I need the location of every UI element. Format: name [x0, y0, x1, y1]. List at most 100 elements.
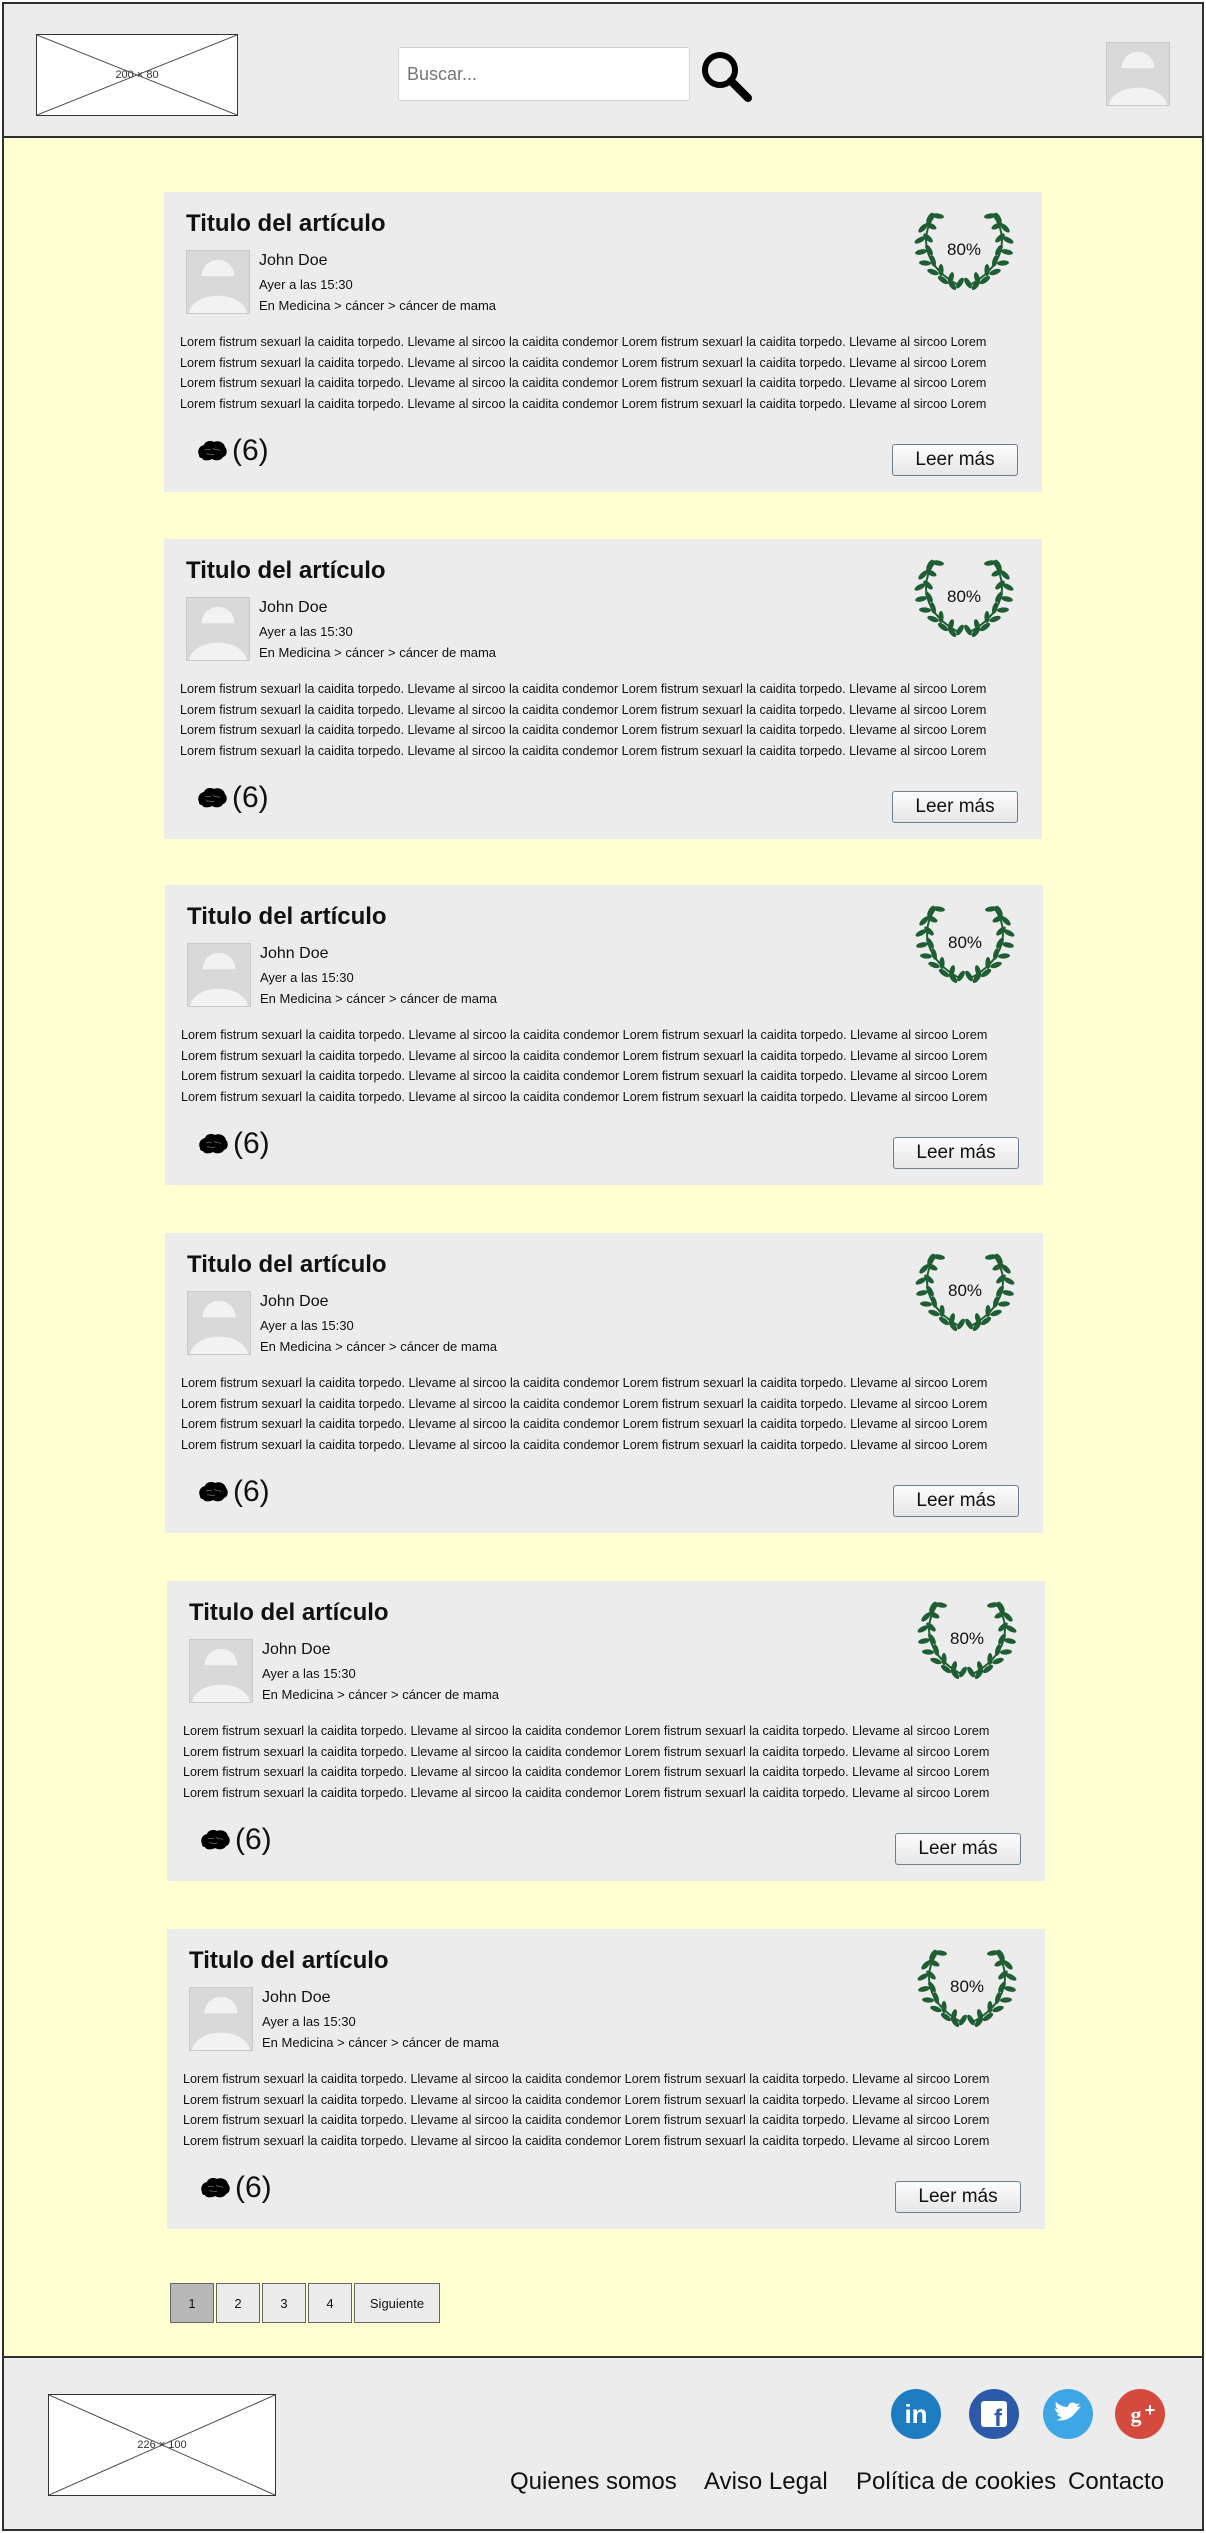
excerpt-line: Lorem fistrum sexuarl la caidita torpedo…: [183, 1724, 990, 1738]
search-icon: [702, 52, 752, 102]
read-more-button[interactable]: Leer más: [895, 2181, 1021, 2213]
author-avatar-icon: [190, 952, 248, 1006]
google-plus-link[interactable]: g +: [1114, 2388, 1166, 2440]
article-author[interactable]: John Doe: [260, 945, 329, 963]
article-title[interactable]: Titulo del artículo: [189, 1947, 389, 1975]
facebook-link[interactable]: f: [968, 2388, 1020, 2440]
excerpt-line: Lorem fistrum sexuarl la caidita torpedo…: [180, 355, 987, 370]
logo-placeholder-label: 200 × 80: [115, 69, 159, 81]
read-more-button[interactable]: Leer más: [893, 1485, 1019, 1517]
excerpt-line: Lorem fistrum sexuarl la caidita torpedo…: [181, 1396, 988, 1411]
excerpt-line: Lorem fistrum sexuarl la caidita torpedo…: [183, 1744, 990, 1759]
brain-icon: [201, 1830, 230, 1850]
page-2-button[interactable]: 2: [216, 2283, 260, 2323]
pagination: 1 2 3 4 Siguiente: [170, 2283, 442, 2323]
comments-link[interactable]: (6): [197, 1127, 270, 1161]
comments-link[interactable]: (6): [196, 434, 269, 468]
article-card: Titulo del artículo John Doe Ayer a las …: [164, 192, 1042, 492]
comments-link[interactable]: (6): [199, 2171, 272, 2205]
facebook-icon: f: [969, 2389, 1019, 2439]
site-header: 200 × 80: [2, 2, 1204, 138]
comments-count: (6): [233, 1475, 270, 1508]
next-page-button[interactable]: Siguiente: [354, 2283, 440, 2323]
excerpt-line: Lorem fistrum sexuarl la caidita torpedo…: [180, 682, 987, 696]
footer-link-contacto[interactable]: Contacto: [1068, 2468, 1164, 2496]
footer-link-pol-tica-de-cookies[interactable]: Política de cookies: [856, 2468, 1056, 2496]
article-author[interactable]: John Doe: [262, 1641, 331, 1659]
article-category-path[interactable]: En Medicina > cáncer > cáncer de mama: [262, 2035, 499, 2050]
article-card: Titulo del artículo John Doe Ayer a las …: [167, 1929, 1045, 2229]
footer-link-aviso-legal[interactable]: Aviso Legal: [704, 2468, 828, 2496]
read-more-button[interactable]: Leer más: [895, 1833, 1021, 1865]
article-title[interactable]: Titulo del artículo: [189, 1599, 389, 1627]
article-title[interactable]: Titulo del artículo: [187, 903, 387, 931]
article-timestamp: Ayer a las 15:30: [262, 2014, 356, 2029]
comments-link[interactable]: (6): [199, 1823, 272, 1857]
page-3-button[interactable]: 3: [262, 2283, 306, 2323]
author-avatar[interactable]: [187, 943, 251, 1007]
excerpt-line: Lorem fistrum sexuarl la caidita torpedo…: [181, 1028, 988, 1042]
comments-link[interactable]: (6): [196, 781, 269, 815]
search-button[interactable]: [698, 48, 754, 104]
brain-icon: [199, 1482, 228, 1502]
comments-count: (6): [235, 2171, 272, 2204]
brain-icon: [199, 1134, 228, 1154]
author-avatar-icon: [190, 1300, 248, 1354]
author-avatar[interactable]: [187, 1291, 251, 1355]
brain-icon: [198, 788, 227, 808]
site-footer: 226 × 100 in f g + Quienes somos Aviso Legal…: [2, 2356, 1204, 2531]
comments-link[interactable]: (6): [197, 1475, 270, 1509]
excerpt-line: Lorem fistrum sexuarl la caidita torpedo…: [181, 1437, 988, 1452]
author-avatar-icon: [192, 1648, 250, 1702]
read-more-button[interactable]: Leer más: [892, 444, 1018, 476]
excerpt-line: Lorem fistrum sexuarl la caidita torpedo…: [180, 743, 987, 758]
footer-logo-placeholder[interactable]: 226 × 100: [48, 2394, 276, 2496]
svg-text:in: in: [904, 2399, 927, 2429]
article-title[interactable]: Titulo del artículo: [186, 557, 386, 585]
author-avatar[interactable]: [186, 250, 250, 314]
article-author[interactable]: John Doe: [260, 1293, 329, 1311]
article-author[interactable]: John Doe: [259, 599, 328, 617]
author-avatar[interactable]: [189, 1987, 253, 2051]
article-category-path[interactable]: En Medicina > cáncer > cáncer de mama: [260, 991, 497, 1006]
excerpt-line: Lorem fistrum sexuarl la caidita torpedo…: [183, 1785, 990, 1800]
user-avatar[interactable]: [1106, 42, 1170, 106]
rating-percentage: 80%: [946, 587, 982, 606]
author-avatar-icon: [192, 1996, 250, 2050]
article-timestamp: Ayer a las 15:30: [262, 1666, 356, 1681]
rating-badge: 80%: [917, 1947, 1017, 2031]
article-author[interactable]: John Doe: [259, 252, 328, 270]
article-card: Titulo del artículo John Doe Ayer a las …: [167, 1581, 1045, 1881]
author-avatar[interactable]: [186, 597, 250, 661]
excerpt-line: Lorem fistrum sexuarl la caidita torpedo…: [180, 723, 987, 738]
article-title[interactable]: Titulo del artículo: [187, 1251, 387, 1279]
twitter-icon: [1043, 2389, 1093, 2439]
excerpt-line: Lorem fistrum sexuarl la caidita torpedo…: [180, 335, 987, 349]
article-category-path[interactable]: En Medicina > cáncer > cáncer de mama: [259, 298, 496, 313]
article-category-path[interactable]: En Medicina > cáncer > cáncer de mama: [260, 1339, 497, 1354]
article-category-path[interactable]: En Medicina > cáncer > cáncer de mama: [262, 1687, 499, 1702]
page-1-button[interactable]: 1: [170, 2283, 214, 2323]
brain-icon: [198, 441, 227, 461]
rating-percentage: 80%: [946, 240, 982, 259]
search-input[interactable]: [398, 47, 690, 101]
read-more-button[interactable]: Leer más: [893, 1137, 1019, 1169]
article-card: Titulo del artículo John Doe Ayer a las …: [164, 539, 1042, 839]
rating-percentage: 80%: [947, 933, 983, 952]
svg-text:g: g: [1131, 2402, 1142, 2427]
author-avatar[interactable]: [189, 1639, 253, 1703]
excerpt-line: Lorem fistrum sexuarl la caidita torpedo…: [181, 1376, 988, 1390]
linkedin-link[interactable]: in: [890, 2388, 942, 2440]
page-4-button[interactable]: 4: [308, 2283, 352, 2323]
read-more-button[interactable]: Leer más: [892, 791, 1018, 823]
comments-count: (6): [233, 1127, 270, 1160]
article-author[interactable]: John Doe: [262, 1989, 331, 2007]
article-category-path[interactable]: En Medicina > cáncer > cáncer de mama: [259, 645, 496, 660]
article-timestamp: Ayer a las 15:30: [259, 624, 353, 639]
article-excerpt: Lorem fistrum sexuarl la caidita torpedo…: [183, 2069, 1031, 2151]
site-logo-placeholder[interactable]: 200 × 80: [36, 34, 238, 116]
twitter-link[interactable]: [1042, 2388, 1094, 2440]
article-title[interactable]: Titulo del artículo: [186, 210, 386, 238]
excerpt-line: Lorem fistrum sexuarl la caidita torpedo…: [181, 1417, 988, 1432]
footer-link-quienes-somos[interactable]: Quienes somos: [510, 2468, 677, 2496]
